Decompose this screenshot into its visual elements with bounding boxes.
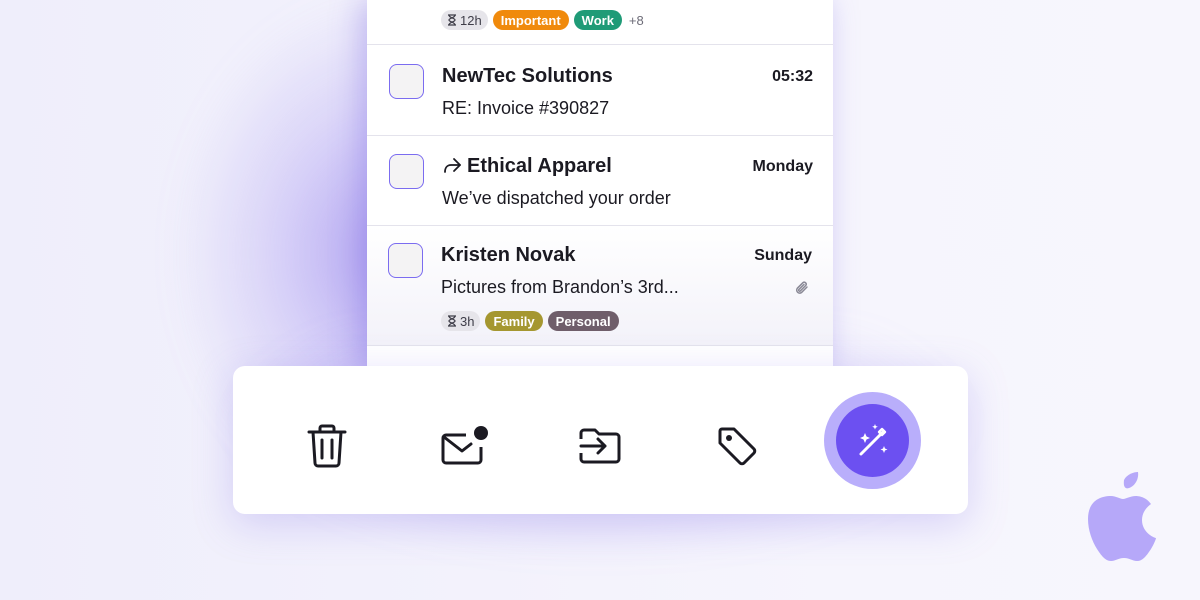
tag-icon	[718, 427, 757, 466]
list-item[interactable]: NewTec Solutions 05:32 RE: Invoice #3908…	[367, 45, 833, 136]
email-sender: Ethical Apparel	[467, 155, 612, 177]
snooze-time: 3h	[460, 313, 475, 329]
snooze-time: 12h	[460, 12, 482, 28]
email-subject: Pictures from Brandon’s 3rd...	[441, 277, 679, 297]
select-checkbox[interactable]	[388, 243, 423, 278]
select-checkbox[interactable]	[389, 154, 424, 189]
apple-logo-icon	[1088, 472, 1156, 561]
list-item[interactable]: 12h Important Work +8	[367, 0, 833, 45]
mark-unread-button[interactable]	[435, 416, 495, 476]
email-time: 05:32	[772, 68, 813, 85]
select-checkbox[interactable]	[389, 64, 424, 99]
forward-icon	[444, 158, 461, 173]
email-list: 12h Important Work +8 NewTec Solutions 0…	[367, 0, 833, 372]
action-toolbar	[233, 366, 968, 514]
email-subject: RE: Invoice #390827	[442, 98, 610, 118]
tag-row: 12h Important Work +8	[441, 10, 644, 30]
move-to-folder-icon	[579, 428, 621, 464]
tag-important: Important	[492, 10, 569, 30]
tag-row: 3h Family Personal	[441, 311, 619, 331]
list-item[interactable]: Ethical Apparel Monday We’ve dispatched …	[367, 136, 833, 226]
magic-button[interactable]	[824, 392, 921, 489]
snooze-badge: 12h	[441, 10, 488, 30]
magic-wand-icon	[859, 423, 887, 455]
attachment-icon	[795, 281, 808, 294]
email-sender: NewTec Solutions	[442, 65, 613, 87]
more-tags-count: +8	[628, 12, 644, 28]
snooze-badge: 3h	[441, 311, 481, 331]
hourglass-icon	[448, 14, 456, 26]
tag-personal: Personal	[547, 311, 619, 331]
trash-icon	[307, 424, 347, 468]
tag-family: Family	[485, 311, 543, 331]
tag-work: Work	[573, 10, 622, 30]
delete-button[interactable]	[297, 416, 357, 476]
mark-unread-icon	[441, 426, 488, 465]
email-time: Monday	[752, 158, 813, 175]
magic-button-core	[836, 404, 909, 477]
email-time: Sunday	[754, 247, 812, 264]
email-subject: We’ve dispatched your order	[442, 188, 671, 208]
email-sender: Kristen Novak	[441, 244, 576, 266]
hourglass-icon	[448, 315, 456, 327]
move-to-folder-button[interactable]	[570, 416, 630, 476]
tag-button[interactable]	[707, 416, 767, 476]
list-item[interactable]: Kristen Novak Sunday Pictures from Brand…	[367, 226, 833, 346]
